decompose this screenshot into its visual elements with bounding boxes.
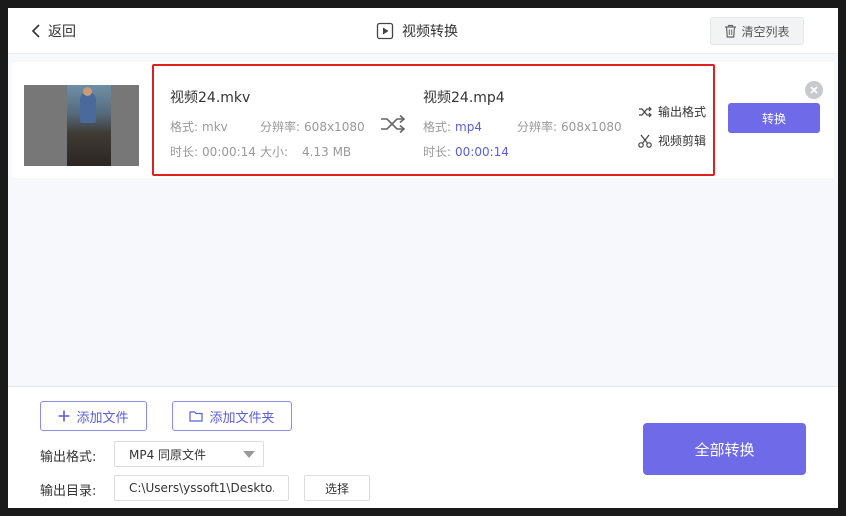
source-format: 格式: mkv — [170, 118, 228, 135]
add-file-button[interactable]: 添加文件 — [40, 401, 147, 431]
app-window: 返回 视频转换 清空列表 视频24.mkv 格式: mkv 分辨率: 608x1… — [8, 8, 838, 508]
output-duration: 时长: 00:00:14 — [423, 143, 509, 160]
output-format-label: 格式: — [423, 120, 452, 134]
plus-icon — [58, 410, 70, 422]
source-file-name: 视频24.mkv — [170, 90, 251, 106]
folder-icon — [189, 411, 204, 422]
clear-list-button[interactable]: 清空列表 — [710, 17, 804, 45]
close-x-glyph — [810, 86, 818, 94]
choose-dir-button[interactable]: 选择 — [304, 475, 370, 501]
top-bar: 返回 视频转换 清空列表 — [8, 8, 838, 54]
output-dir-label: 输出目录: — [40, 484, 97, 499]
list-item: 视频24.mkv 格式: mkv 分辨率: 608x1080 时长: 00:00:14… — [12, 62, 834, 178]
back-label: 返回 — [48, 24, 76, 40]
clear-list-label: 清空列表 — [741, 24, 790, 39]
source-size-value: 4.13 MB — [302, 145, 352, 159]
back-button[interactable]: 返回 — [30, 20, 76, 42]
output-format-value: mp4 — [455, 120, 482, 134]
output-format: 格式: mp4 — [423, 118, 482, 135]
close-icon[interactable] — [805, 81, 823, 99]
source-size: 大小: 4.13 MB — [260, 143, 351, 160]
add-folder-button[interactable]: 添加文件夹 — [172, 401, 292, 431]
output-format-action-label: 输出格式 — [658, 105, 707, 119]
shuffle-small-icon — [639, 106, 652, 117]
trash-icon — [725, 24, 737, 38]
output-duration-label: 时长: — [423, 145, 452, 159]
add-folder-label: 添加文件夹 — [209, 410, 275, 426]
output-duration-value: 00:00:14 — [455, 145, 509, 159]
convert-all-button[interactable]: 全部转换 — [643, 423, 806, 475]
bottom-panel: 添加文件 添加文件夹 输出格式: MP4 同原文件 输出目录: 选择 全部转换 — [8, 386, 838, 508]
output-resolution-value: 608x1080 — [561, 120, 622, 134]
source-duration: 时长: 00:00:14 — [170, 143, 256, 160]
chevron-left-icon — [31, 24, 40, 38]
source-resolution-value: 608x1080 — [304, 120, 365, 134]
page-title: 视频转换 — [376, 20, 458, 42]
chevron-down-icon — [243, 451, 255, 458]
output-format-action[interactable]: 输出格式 — [638, 103, 706, 120]
shuffle-icon — [381, 114, 406, 134]
output-resolution-label: 分辨率: — [517, 120, 558, 134]
scissors-icon — [638, 134, 652, 148]
add-file-label: 添加文件 — [76, 410, 129, 426]
play-icon — [376, 22, 394, 40]
output-format-select-value: MP4 同原文件 — [129, 447, 207, 462]
thumbnail-head — [83, 87, 92, 96]
source-format-label: 格式: — [170, 120, 199, 134]
output-format-select[interactable]: MP4 同原文件 — [114, 441, 264, 467]
thumbnail-person — [80, 93, 96, 123]
output-dir-input[interactable] — [114, 475, 289, 501]
output-format-label: 输出格式: — [40, 450, 97, 465]
convert-button[interactable]: 转换 — [728, 103, 820, 133]
page-title-text: 视频转换 — [402, 24, 458, 40]
output-resolution: 分辨率: 608x1080 — [517, 118, 622, 135]
video-thumbnail — [24, 85, 139, 166]
source-resolution: 分辨率: 608x1080 — [260, 118, 365, 135]
video-edit-action-label: 视频剪辑 — [658, 134, 707, 148]
video-edit-action[interactable]: 视频剪辑 — [638, 132, 706, 149]
source-resolution-label: 分辨率: — [260, 120, 301, 134]
output-file-name: 视频24.mp4 — [423, 90, 505, 106]
source-size-label: 大小: — [260, 145, 289, 159]
file-list: 视频24.mkv 格式: mkv 分辨率: 608x1080 时长: 00:00:14… — [8, 54, 838, 386]
source-format-value: mkv — [202, 120, 228, 134]
source-duration-value: 00:00:14 — [202, 145, 256, 159]
source-duration-label: 时长: — [170, 145, 199, 159]
